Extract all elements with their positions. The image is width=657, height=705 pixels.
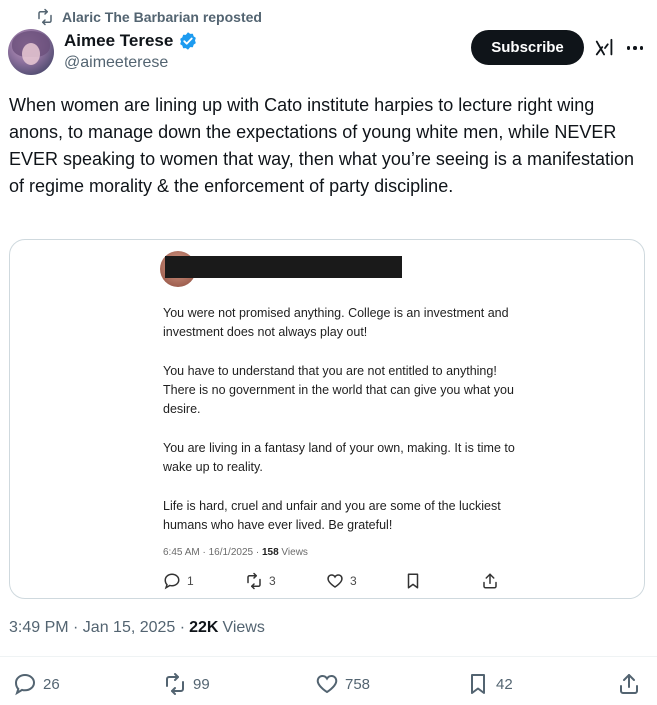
post-timestamp[interactable]: 3:49 PM · Jan 15, 2025 · 22K Views: [9, 619, 265, 637]
grok-icon[interactable]: [594, 37, 616, 59]
more-icon[interactable]: [625, 38, 645, 58]
reply-icon: [14, 673, 36, 696]
embedded-like: 3: [326, 572, 357, 590]
embedded-views-count: 158: [261, 547, 279, 558]
repost-icon: [38, 8, 52, 26]
bookmark-count: 42: [496, 675, 513, 693]
reply-count: 26: [43, 675, 60, 693]
embedded-share: [481, 572, 499, 590]
repost-count: 99: [193, 675, 210, 693]
embedded-reply: 1: [163, 572, 194, 590]
embedded-paragraph: You were not promised anything. College …: [163, 306, 509, 339]
embedded-actions: 1 3 3: [163, 572, 503, 592]
embedded-views-label: Views: [278, 547, 308, 558]
repost-icon: [247, 572, 261, 590]
share-icon: [483, 573, 497, 589]
like-count: 758: [345, 675, 371, 693]
post-time[interactable]: 3:49 PM · Jan 15, 2025 ·: [9, 619, 185, 637]
reply-button[interactable]: 26: [13, 672, 60, 696]
repost-button[interactable]: 99: [163, 672, 210, 696]
avatar[interactable]: [8, 29, 54, 75]
reply-icon: [164, 573, 180, 590]
subscribe-button[interactable]: Subscribe: [471, 30, 584, 65]
heart-icon: [316, 674, 338, 694]
bookmark-button[interactable]: 42: [466, 672, 513, 696]
redacted-name-bar: [165, 256, 402, 278]
repost-text: Alaric The Barbarian reposted: [62, 9, 262, 25]
embedded-post-text: You were not promised anything. College …: [163, 304, 523, 555]
embedded-meta: 6:45 AM · 16/1/2025 · 158 Views: [163, 547, 308, 558]
tweet-media-image[interactable]: You were not promised anything. College …: [9, 239, 645, 599]
divider: [0, 656, 657, 657]
views-label: Views: [222, 619, 265, 636]
embedded-paragraph: Life is hard, cruel and unfair and you a…: [163, 499, 501, 532]
author-name-row[interactable]: Aimee Terese: [64, 31, 198, 51]
embedded-time: 6:45 AM · 16/1/2025 ·: [163, 547, 262, 558]
repost-indicator[interactable]: Alaric The Barbarian reposted: [36, 7, 262, 27]
heart-icon: [327, 574, 343, 588]
author-handle[interactable]: @aimeeterese: [64, 54, 168, 72]
embedded-paragraph: You have to understand that you are not …: [163, 364, 514, 416]
tweet-text: When women are lining up with Cato insti…: [9, 95, 635, 196]
repost-icon: [166, 673, 184, 695]
like-button[interactable]: 758: [315, 672, 370, 696]
embedded-bookmark: [404, 572, 422, 590]
share-icon: [620, 674, 638, 694]
embedded-repost: 3: [245, 572, 276, 590]
views-count: 22K: [189, 619, 219, 636]
bookmark-icon: [407, 573, 419, 589]
embedded-paragraph: You are living in a fantasy land of your…: [163, 441, 515, 474]
bookmark-icon: [471, 674, 485, 694]
verified-badge-icon: [180, 32, 197, 50]
share-button[interactable]: [617, 672, 641, 696]
author-name[interactable]: Aimee Terese: [64, 31, 173, 51]
